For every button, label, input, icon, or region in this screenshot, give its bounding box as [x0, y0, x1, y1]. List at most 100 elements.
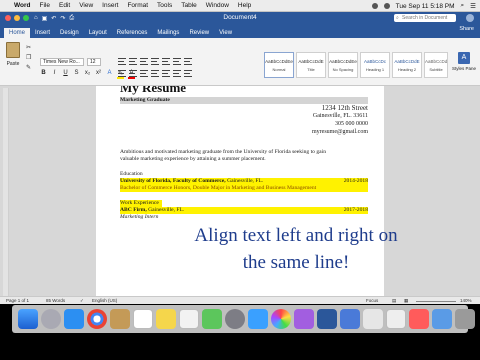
music-icon[interactable] [409, 309, 429, 329]
photos-icon[interactable] [271, 309, 291, 329]
spotlight-icon[interactable]: ⌕ [461, 2, 465, 10]
style-subtitle[interactable]: AaBbCcDdEe Subtitle [424, 52, 448, 78]
menu-insert[interactable]: Insert [102, 2, 118, 9]
numbering-icon[interactable] [129, 58, 137, 65]
tab-design[interactable]: Design [55, 28, 84, 38]
font-size-select[interactable]: 12 [87, 58, 101, 66]
italic-icon[interactable]: I [51, 70, 58, 79]
tab-view[interactable]: View [214, 28, 237, 38]
maps-icon[interactable] [202, 309, 222, 329]
tab-layout[interactable]: Layout [84, 28, 112, 38]
decrease-indent-icon[interactable] [151, 58, 159, 65]
underline-icon[interactable]: U [62, 70, 69, 79]
style-heading-1[interactable]: AaBbCcDc Heading 1 [360, 52, 390, 78]
share-button[interactable]: Share [459, 26, 474, 32]
zoom-slider[interactable] [416, 301, 456, 302]
paste-button[interactable]: Paste [4, 42, 22, 76]
wifi-icon[interactable] [371, 3, 378, 9]
tab-mailings[interactable]: Mailings [152, 28, 184, 38]
objective-line-1: Ambitious and motivated marketing gradua… [120, 149, 326, 155]
focus-mode-button[interactable]: Focus [366, 298, 378, 303]
keynote-icon[interactable] [340, 309, 360, 329]
mac-menubar: Word File Edit View Insert Format Tools … [0, 0, 480, 12]
tab-references[interactable]: References [112, 28, 153, 38]
work-role: Marketing Intern [120, 214, 159, 220]
textedit-icon[interactable] [386, 309, 406, 329]
style-preview: AaBbCcDdEe [329, 59, 357, 64]
search-document-input[interactable]: ⌕ Search in Document [394, 14, 456, 22]
menu-tools[interactable]: Tools [157, 2, 172, 9]
subscript-icon[interactable]: x₂ [84, 70, 91, 79]
tab-home[interactable]: Home [4, 28, 31, 38]
bold-icon[interactable]: B [40, 70, 47, 79]
finder-icon[interactable] [18, 309, 38, 329]
strikethrough-icon[interactable]: S [73, 70, 80, 79]
style-title[interactable]: AaBbCcDdE Title [296, 52, 326, 78]
resume-subtitle: Marketing Graduate [120, 97, 170, 103]
calendar-icon[interactable] [133, 309, 153, 329]
multilevel-list-icon[interactable] [140, 58, 148, 65]
vertical-ruler[interactable] [3, 88, 9, 296]
styles-pane-button[interactable]: A Styles Pane [451, 52, 477, 80]
line-spacing-icon[interactable] [162, 70, 170, 77]
copy-icon[interactable]: ❐ [26, 54, 31, 61]
align-left-icon[interactable] [118, 70, 126, 77]
style-preview: AaBbCcDdE [298, 59, 324, 64]
text-effects-icon[interactable]: A [106, 70, 113, 79]
style-normal[interactable]: AaBbCcDdEe Normal [264, 52, 294, 78]
facetime-icon[interactable] [248, 309, 268, 329]
style-no-spacing[interactable]: AaBbCcDdEe No Spacing [328, 52, 358, 78]
address-line-2: Gainesville, FL. 33611 [312, 113, 368, 119]
menu-list-icon[interactable]: ☰ [470, 2, 476, 10]
trash-icon[interactable] [455, 309, 475, 329]
caption-line-1: Align text left and right on [194, 225, 398, 246]
resume-title: My Resume [120, 86, 187, 95]
system-preferences-icon[interactable] [225, 309, 245, 329]
menu-help[interactable]: Help [238, 2, 251, 9]
increase-indent-icon[interactable] [162, 58, 170, 65]
education-school-line: University of Florida, Faculty of Commer… [120, 178, 263, 184]
word-icon[interactable] [317, 309, 337, 329]
language[interactable]: English (US) [92, 298, 117, 303]
show-marks-icon[interactable] [184, 58, 192, 65]
tab-insert[interactable]: Insert [30, 28, 55, 38]
menu-file[interactable]: File [40, 2, 50, 9]
menu-format[interactable]: Format [127, 2, 148, 9]
account-avatar[interactable] [466, 14, 474, 22]
bullets-icon[interactable] [118, 58, 126, 65]
menu-edit[interactable]: Edit [59, 2, 70, 9]
format-painter-icon[interactable]: ✎ [26, 64, 31, 71]
zoom-level[interactable]: 140% [460, 298, 472, 303]
reminders-icon[interactable] [179, 309, 199, 329]
style-heading-2[interactable]: AaBbCcDdE Heading 2 [392, 52, 422, 78]
preview-icon[interactable] [363, 309, 383, 329]
menubar-clock[interactable]: Tue Sep 11 5:18 PM [396, 3, 455, 10]
font-name-select[interactable]: Times New Ro... [40, 58, 84, 66]
notes-icon[interactable] [156, 309, 176, 329]
tab-review[interactable]: Review [184, 28, 214, 38]
menu-view[interactable]: View [79, 2, 93, 9]
sort-icon[interactable] [173, 58, 181, 65]
menu-window[interactable]: Window [206, 2, 229, 9]
word-count[interactable]: 85 Words [46, 298, 65, 303]
cut-icon[interactable]: ✂ [26, 44, 31, 51]
shading-icon[interactable] [173, 70, 181, 77]
menu-table[interactable]: Table [181, 2, 197, 9]
superscript-icon[interactable]: x² [95, 70, 102, 79]
downloads-folder-icon[interactable] [432, 309, 452, 329]
chrome-icon[interactable] [87, 309, 107, 329]
launchpad-icon[interactable] [41, 309, 61, 329]
itunes-icon[interactable] [294, 309, 314, 329]
work-company: ABC Firm, [120, 207, 147, 213]
education-city: Gainesville, FL. [225, 178, 264, 184]
contacts-icon[interactable] [110, 309, 130, 329]
menu-word[interactable]: Word [14, 2, 31, 9]
page-count[interactable]: Page 1 of 1 [6, 298, 29, 303]
battery-icon[interactable] [383, 3, 390, 9]
justify-icon[interactable] [151, 70, 159, 77]
style-name: Normal [272, 67, 286, 72]
app-store-icon[interactable] [64, 309, 84, 329]
align-right-icon[interactable] [140, 70, 148, 77]
align-center-icon[interactable] [129, 70, 137, 77]
borders-icon[interactable] [184, 70, 192, 77]
